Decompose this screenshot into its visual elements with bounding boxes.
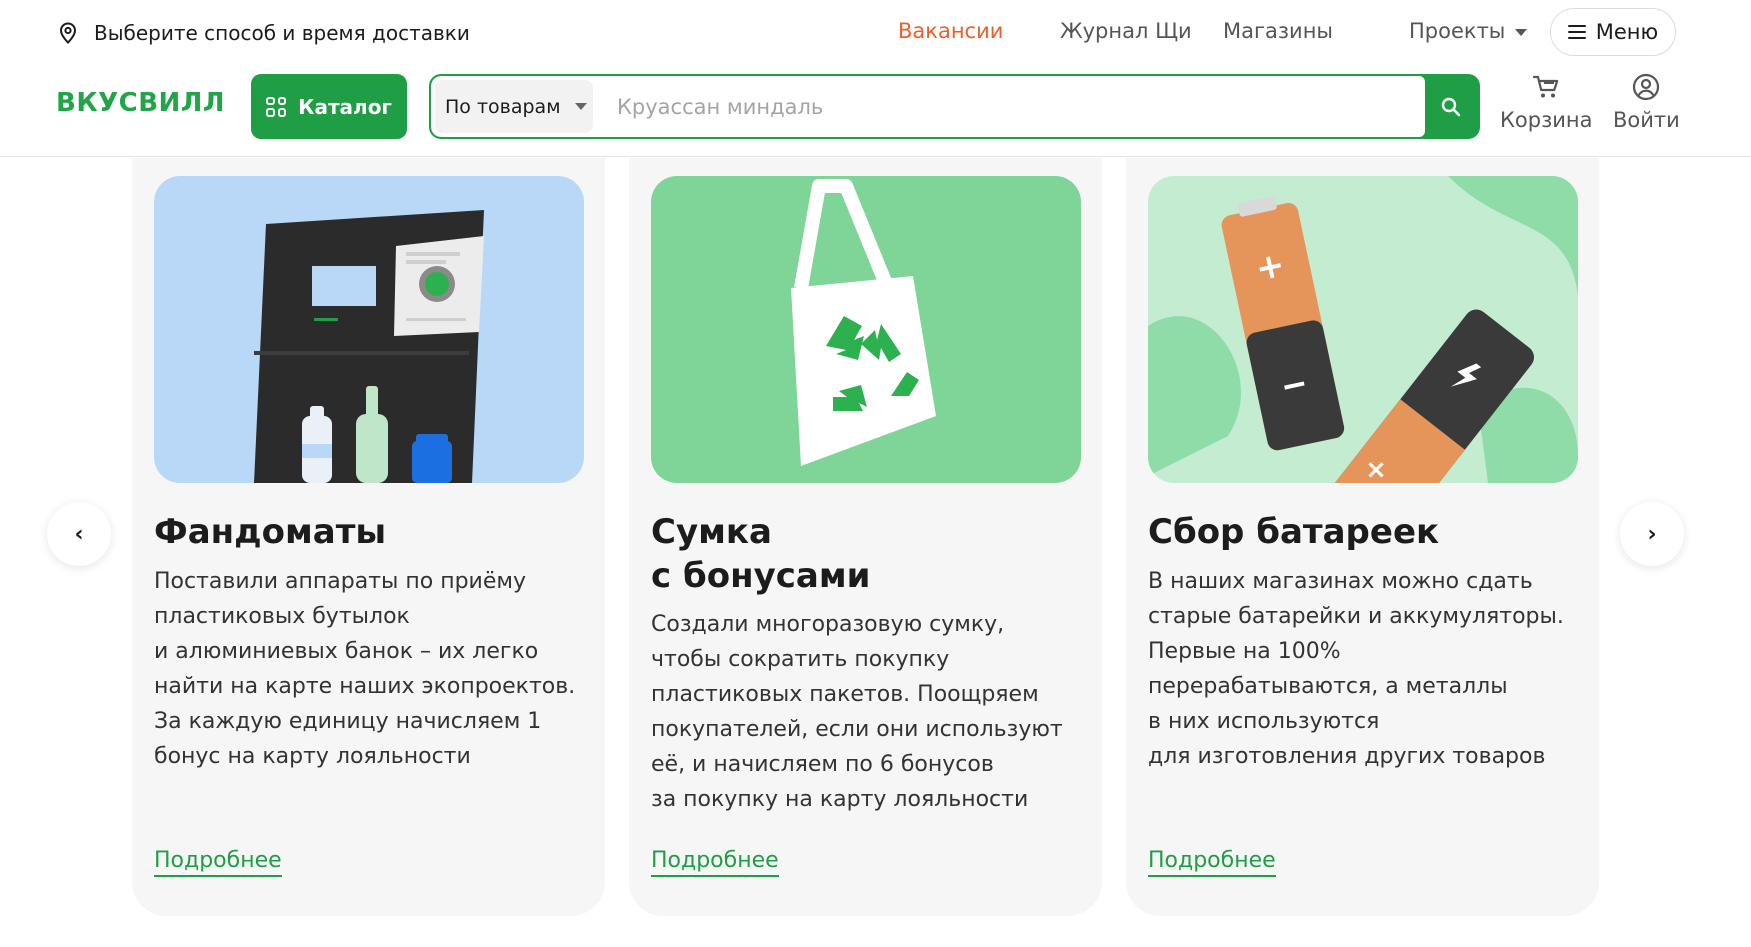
card-image-fandomat	[154, 176, 584, 483]
svg-text:×: ×	[1365, 455, 1387, 483]
card-more-link[interactable]: Подробнее	[154, 848, 282, 877]
fandomat-illustration	[254, 210, 484, 483]
nav-projects-label: Проекты	[1409, 19, 1506, 43]
menu-button[interactable]: Меню	[1550, 8, 1676, 56]
card-image-batteries: + ×	[1148, 176, 1578, 483]
catalog-label: Каталог	[298, 94, 392, 119]
logo[interactable]: ВКУСВИЛЛ	[56, 88, 225, 118]
search-bar: По товарам	[429, 74, 1480, 139]
nav-projects[interactable]: Проекты	[1409, 19, 1528, 43]
cart-button[interactable]: Корзина	[1500, 72, 1593, 132]
search-button[interactable]	[1423, 76, 1478, 137]
project-card: Сумка с бонусами Создали многоразовую су…	[629, 158, 1102, 916]
login-button[interactable]: Войти	[1613, 72, 1680, 132]
card-title: Фандоматы	[154, 512, 387, 552]
grid-icon	[266, 96, 287, 117]
search-input[interactable]	[601, 80, 1411, 133]
card-more-link[interactable]: Подробнее	[1148, 848, 1276, 877]
delivery-text: Выберите способ и время доставки	[94, 21, 470, 45]
cart-label: Корзина	[1500, 108, 1593, 132]
catalog-button[interactable]: Каталог	[251, 74, 407, 139]
login-label: Войти	[1613, 108, 1680, 132]
nav-journal[interactable]: Журнал Щи	[1060, 19, 1192, 43]
caret-down-icon	[574, 103, 587, 110]
card-text: Поставили аппараты по приёму пластиковых…	[154, 569, 576, 769]
card-title: Сумка с бонусами	[651, 512, 871, 596]
cart-icon	[1533, 75, 1559, 98]
site-header: Выберите способ и время доставки Ваканси…	[0, 0, 1751, 157]
chevron-left-icon: ‹	[74, 521, 84, 547]
search-field-wrap: По товарам	[431, 76, 1425, 137]
chevron-right-icon: ›	[1647, 521, 1657, 547]
eco-projects-carousel: ‹ Фандоматы Поставили аппараты по приёму…	[0, 158, 1751, 947]
delivery-selector[interactable]: Выберите способ и время доставки	[56, 18, 470, 48]
user-circle-icon	[1633, 73, 1660, 101]
eco-bag-illustration	[791, 179, 936, 466]
hamburger-icon	[1567, 25, 1586, 39]
menu-label: Меню	[1595, 20, 1659, 44]
magnifier-icon	[1441, 97, 1460, 116]
location-pin-icon	[59, 22, 77, 44]
search-scope-label: По товарам	[445, 95, 561, 118]
carousel-next-button[interactable]: ›	[1620, 502, 1684, 566]
caret-down-icon	[1515, 28, 1528, 36]
nav-stores[interactable]: Магазины	[1223, 19, 1333, 43]
card-text: Создали многоразовую сумку, чтобы сократ…	[651, 612, 1063, 812]
card-more-link[interactable]: Подробнее	[651, 848, 779, 877]
project-card: Фандоматы Поставили аппараты по приёму п…	[132, 158, 605, 916]
project-card: + × Сбор батареек В наших магазинах можн…	[1126, 158, 1599, 916]
nav-vacancies[interactable]: Вакансии	[898, 19, 1003, 43]
search-scope-select[interactable]: По товарам	[435, 80, 593, 133]
card-text: В наших магазинах можно сдать старые бат…	[1148, 569, 1564, 769]
card-image-bag	[651, 176, 1081, 483]
carousel-prev-button[interactable]: ‹	[47, 502, 111, 566]
batteries-illustration: + ×	[1148, 176, 1578, 483]
card-title: Сбор батареек	[1148, 512, 1440, 552]
